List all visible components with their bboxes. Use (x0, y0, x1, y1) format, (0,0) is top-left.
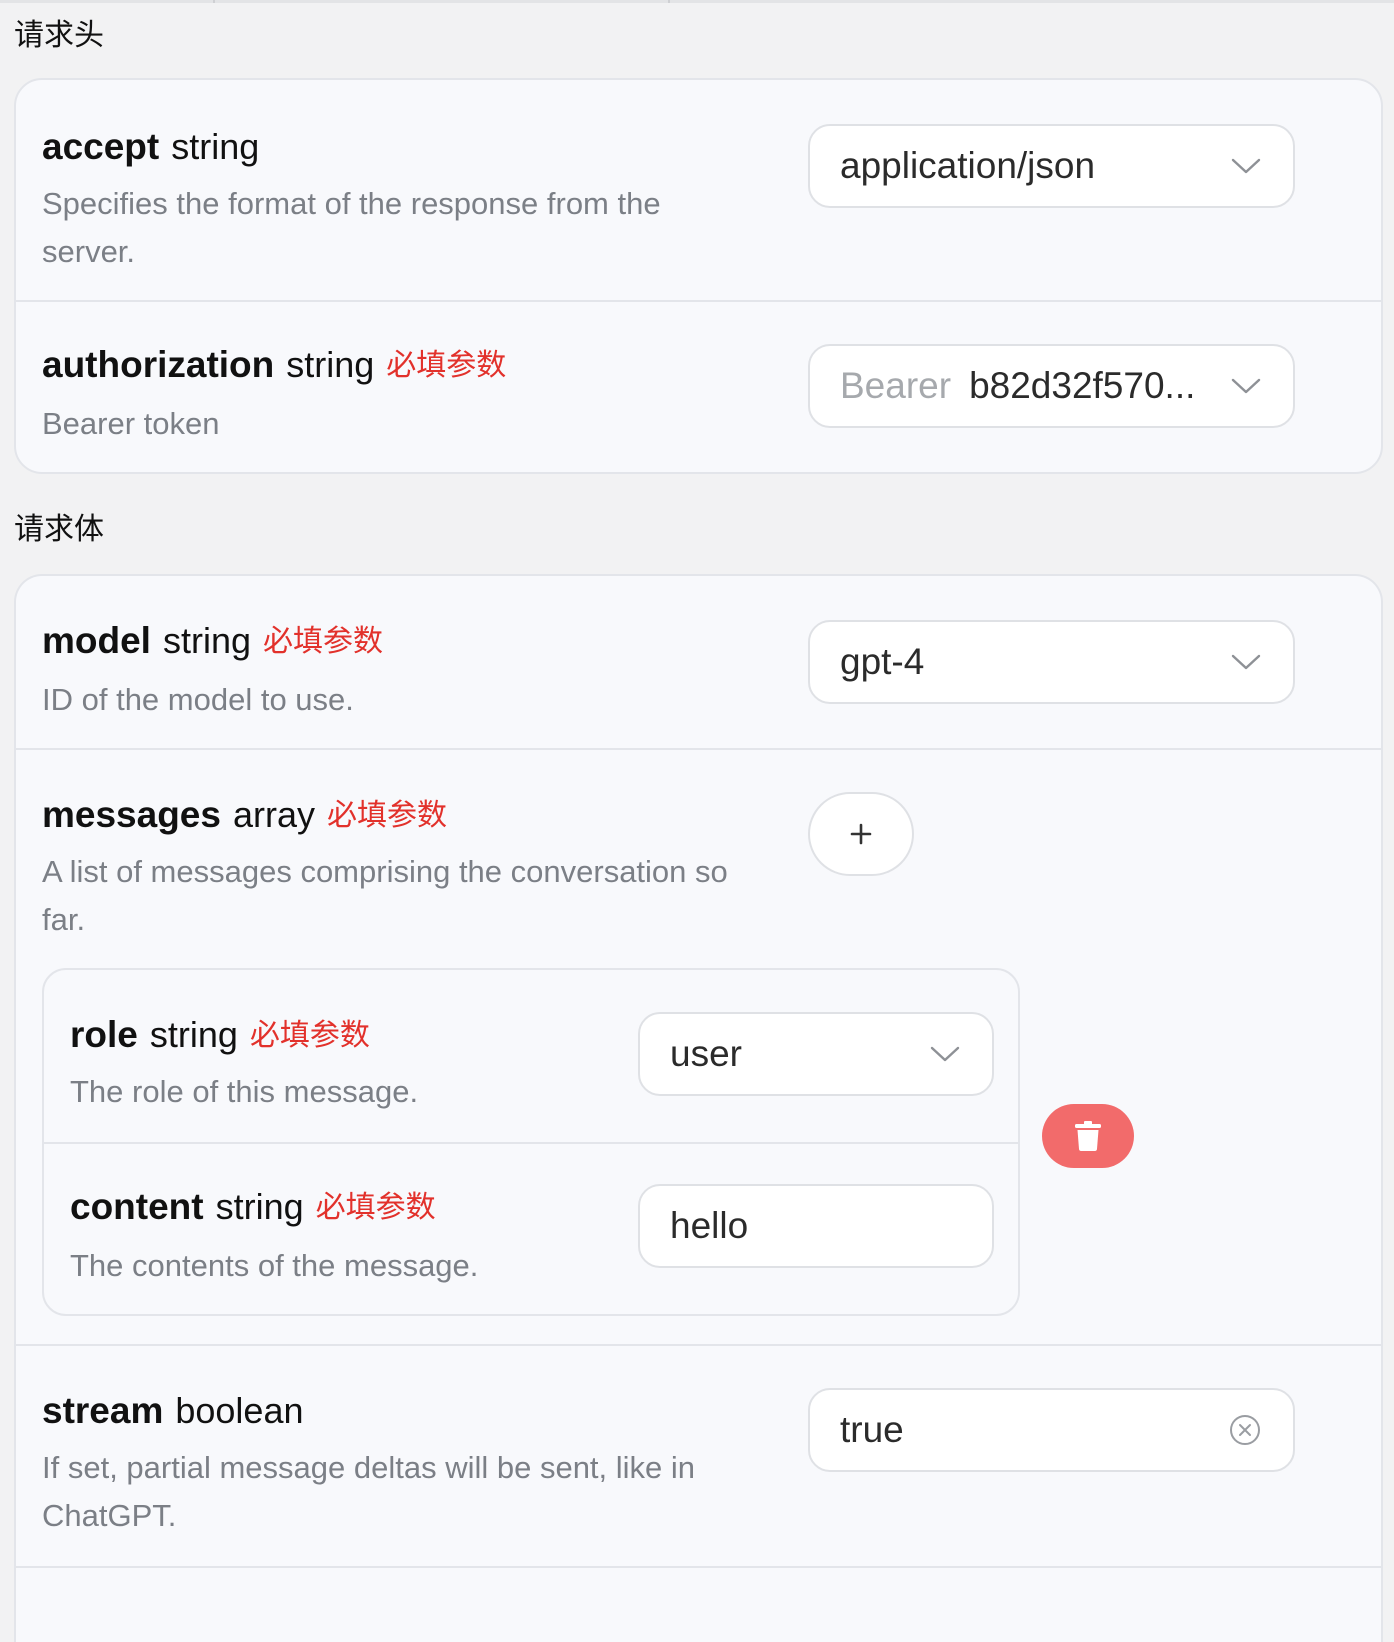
param-row-messages: messages array 必填参数 A list of messages com… (16, 750, 1381, 1344)
chevron-down-icon (1231, 378, 1261, 394)
param-row-role: role string 必填参数 The role of this message.… (44, 970, 1018, 1142)
param-name: authorization (42, 344, 275, 385)
accept-select-value: application/json (840, 145, 1096, 186)
required-badge: 必填参数 (263, 624, 383, 659)
param-name: messages (42, 794, 221, 835)
request-params-panel: 请求头 accept string Specifies the format of… (0, 0, 1394, 1642)
clear-icon[interactable] (1229, 1414, 1261, 1446)
stream-select-value: true (840, 1409, 904, 1450)
model-select-value: gpt-4 (840, 641, 925, 682)
param-header: model string 必填参数 (42, 622, 383, 659)
role-select-value: user (670, 1033, 742, 1074)
param-type: string (149, 1014, 238, 1055)
message-item: role string 必填参数 The role of this message.… (42, 968, 1020, 1316)
param-header: authorization string 必填参数 (42, 346, 506, 383)
param-description: Bearer token (42, 406, 220, 441)
param-description: The contents of the message. (70, 1248, 479, 1283)
delete-message-button[interactable] (1042, 1104, 1134, 1168)
required-badge: 必填参数 (386, 348, 507, 383)
row-divider (16, 1566, 1381, 1568)
param-name: content (70, 1186, 204, 1227)
param-type: string (171, 126, 260, 167)
authorization-prefix: Bearer (840, 365, 952, 406)
param-row-accept: accept string Specifies the format of the… (16, 80, 1381, 300)
param-name: model (42, 620, 151, 661)
headers-section-title: 请求头 (14, 18, 104, 53)
param-row-stream: stream boolean If set, partial message de… (16, 1346, 1381, 1566)
required-badge: 必填参数 (315, 1190, 436, 1225)
chevron-down-icon (1231, 158, 1261, 174)
chevron-down-icon (930, 1046, 960, 1062)
accept-select[interactable]: application/json (808, 124, 1295, 208)
body-section-title: 请求体 (14, 512, 104, 547)
plus-icon (850, 823, 872, 845)
model-select[interactable]: gpt-4 (808, 620, 1295, 704)
required-badge: 必填参数 (327, 798, 447, 833)
param-description: The role of this message. (70, 1074, 419, 1109)
param-type: boolean (175, 1390, 304, 1431)
param-header: stream boolean (42, 1392, 304, 1429)
param-name: stream (42, 1390, 164, 1431)
authorization-value: Bearer b82d32f570... (840, 365, 1196, 406)
param-type: string (215, 1186, 304, 1227)
top-divider (0, 0, 1394, 3)
param-type: string (162, 620, 251, 661)
param-description: Specifies the format of the response fro… (42, 186, 661, 269)
param-type: array (232, 794, 315, 835)
param-description: A list of messages comprising the conver… (42, 854, 728, 937)
authorization-select[interactable]: Bearer b82d32f570... (808, 344, 1295, 428)
required-badge: 必填参数 (249, 1018, 370, 1053)
stream-select[interactable]: true (808, 1388, 1295, 1472)
content-input[interactable]: hello (638, 1184, 994, 1268)
body-card: model string 必填参数 ID of the model to use. … (14, 574, 1383, 1642)
param-description: If set, partial message deltas will be s… (42, 1450, 696, 1533)
param-header: messages array 必填参数 (42, 796, 447, 833)
param-name: accept (42, 126, 160, 167)
role-select[interactable]: user (638, 1012, 994, 1096)
param-name: role (70, 1014, 138, 1055)
param-header: role string 必填参数 (70, 1016, 370, 1053)
param-row-model: model string 必填参数 ID of the model to use. … (16, 576, 1381, 748)
param-header: accept string (42, 128, 259, 165)
param-header: content string 必填参数 (70, 1188, 436, 1225)
add-message-button[interactable] (808, 792, 914, 876)
chevron-down-icon (1231, 654, 1261, 670)
headers-card: accept string Specifies the format of the… (14, 78, 1383, 474)
param-row-content: content string 必填参数 The contents of the me… (44, 1144, 1018, 1314)
param-row-authorization: authorization string 必填参数 Bearer token Bea… (16, 302, 1381, 472)
trash-icon (1075, 1121, 1101, 1151)
param-type: string (286, 344, 375, 385)
param-description: ID of the model to use. (42, 682, 354, 717)
content-input-value: hello (670, 1205, 749, 1246)
